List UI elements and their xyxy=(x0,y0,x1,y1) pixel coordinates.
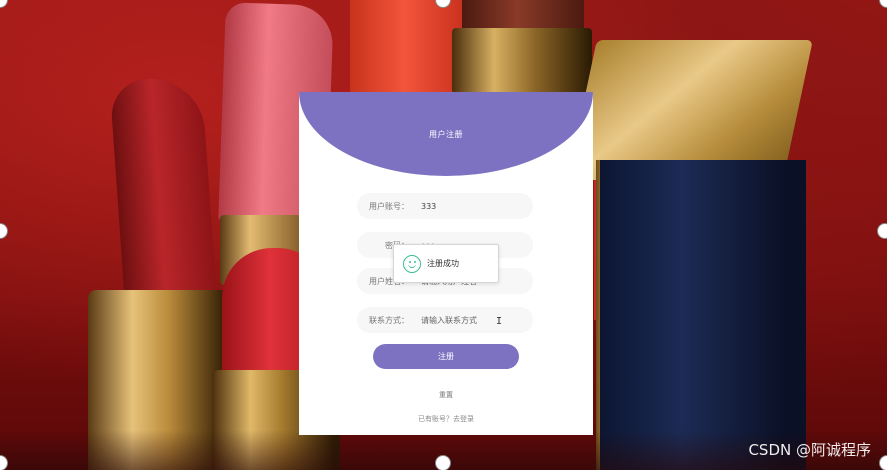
account-field: 用户账号： xyxy=(357,193,533,219)
register-button[interactable]: 注册 xyxy=(373,344,519,369)
toast-message: 注册成功 xyxy=(427,259,459,268)
contact-input[interactable] xyxy=(413,307,533,333)
watermark: CSDN @阿诚程序 xyxy=(748,441,871,459)
contact-label: 联系方式： xyxy=(369,315,409,325)
lipstick-tube xyxy=(452,28,592,94)
text-cursor-icon: I xyxy=(496,316,503,327)
resize-handle-bottom[interactable] xyxy=(435,455,451,470)
account-input[interactable] xyxy=(413,193,533,219)
reset-link[interactable]: 重置 xyxy=(299,390,593,400)
card-title: 用户注册 xyxy=(429,129,463,139)
success-toast: 注册成功 xyxy=(393,244,499,283)
resize-handle-bottom-right[interactable] xyxy=(879,455,887,470)
account-label: 用户账号： xyxy=(369,201,409,211)
lipstick-cap-top xyxy=(567,40,813,180)
login-link[interactable]: 已有账号？去登录 xyxy=(299,414,593,424)
card-header: 用户注册 xyxy=(299,92,593,176)
smile-icon xyxy=(403,254,421,273)
lipstick-cap-body xyxy=(600,160,806,470)
contact-field: 联系方式： xyxy=(357,307,533,333)
resize-handle-right[interactable] xyxy=(877,223,887,239)
